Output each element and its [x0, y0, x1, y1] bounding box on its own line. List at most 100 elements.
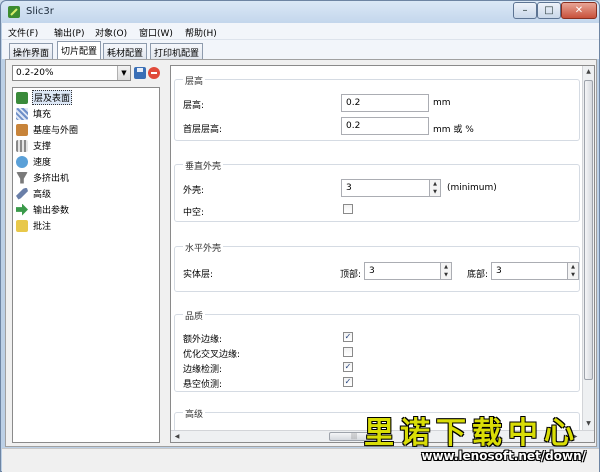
spin-down-icon[interactable]: ▼ — [441, 271, 451, 279]
solid-layers-label: 实体层: — [183, 270, 214, 280]
overhangs-label: 悬空侦测: — [183, 380, 223, 390]
delete-preset-icon[interactable] — [148, 67, 160, 79]
maximize-button[interactable]: □ — [537, 2, 561, 19]
slic3r-logo-icon — [8, 6, 20, 18]
extra-perimeters-label: 额外边缘: — [183, 335, 223, 345]
menu-window[interactable]: 窗口(W) — [139, 26, 173, 39]
group-title: 垂直外壳 — [183, 159, 224, 172]
tree-item-advanced[interactable]: 高级 — [16, 186, 52, 201]
thin-walls-label: 边缘检测: — [183, 365, 223, 375]
group-title: 品质 — [183, 309, 206, 322]
scroll-up-icon[interactable]: ▲ — [583, 66, 594, 78]
tree-item-label: 批注 — [33, 222, 52, 232]
layer-height-unit: mm — [433, 98, 451, 108]
window-title: Slic3r — [26, 6, 54, 17]
tree-item-label: 输出参数 — [33, 206, 70, 216]
group-title: 层高 — [183, 74, 206, 87]
minimize-icon: – — [522, 5, 528, 16]
settings-page-tree: 层及表面 填充 基座与外圈 支撑 速度 多挤出机 高级 输出参数 批注 — [12, 87, 160, 443]
tree-item-multiple-extruders[interactable]: 多挤出机 — [16, 170, 70, 185]
avoid-crossing-perimeters-label: 优化交叉边缘: — [183, 350, 241, 360]
chevron-down-icon[interactable]: ▼ — [117, 66, 130, 80]
close-button[interactable]: ✕ — [561, 2, 597, 19]
tree-item-output-options[interactable]: 输出参数 — [16, 202, 70, 217]
perimeters-unit: (minimum) — [447, 183, 497, 193]
group-title: 高级 — [183, 407, 206, 420]
tree-item-notes[interactable]: 批注 — [16, 218, 52, 233]
title-bar: Slic3r – □ ✕ — [1, 1, 599, 23]
tree-item-speed[interactable]: 速度 — [16, 154, 52, 169]
close-icon: ✕ — [574, 5, 584, 16]
tab-printer-settings[interactable]: 打印机配置 — [150, 43, 204, 59]
overhangs-checkbox[interactable]: ✓ — [343, 377, 353, 387]
preset-dropdown[interactable]: 0.2-20% ▼ — [12, 65, 131, 81]
tab-print-settings[interactable]: 切片配置 — [57, 41, 102, 59]
bottom-layers-spinner[interactable]: 3 ▲ ▼ — [491, 262, 579, 280]
tree-item-infill[interactable]: 填充 — [16, 106, 52, 121]
layers-icon — [16, 91, 28, 104]
spin-down-icon[interactable]: ▼ — [568, 271, 578, 279]
menu-object[interactable]: 对象(O) — [95, 26, 127, 39]
group-quality: 品质 额外边缘: ✓ 优化交叉边缘: 边缘检测: ✓ 悬空侦测: ✓ — [174, 309, 580, 392]
tree-item-support[interactable]: 支撑 — [16, 138, 52, 153]
group-horizontal-shells: 水平外壳 实体层: 顶部: 3 ▲ ▼ 底部: 3 ▲ ▼ — [174, 241, 580, 292]
top-layers-value: 3 — [369, 266, 375, 276]
avoid-crossing-perimeters-checkbox[interactable] — [343, 347, 353, 357]
spinner-buttons[interactable]: ▲ ▼ — [567, 262, 579, 280]
scroll-down-icon[interactable]: ▼ — [583, 418, 594, 430]
menu-export[interactable]: 输出(P) — [54, 26, 84, 39]
settings-panel: 0.2-20% ▼ 层及表面 填充 基座与外圈 支撑 速度 多挤出机 高级 输出… — [5, 59, 597, 447]
spinner-buttons[interactable]: ▲ ▼ — [429, 179, 441, 197]
support-icon — [16, 139, 28, 152]
tree-item-label: 基座与外圈 — [33, 126, 79, 136]
extra-perimeters-checkbox[interactable]: ✓ — [343, 332, 353, 342]
tree-item-label: 填充 — [33, 110, 52, 120]
app-window: Slic3r – □ ✕ 文件(F) 输出(P) 对象(O) 窗口(W) 帮助(… — [0, 0, 600, 472]
vertical-scrollbar[interactable]: ▲ ▼ — [582, 66, 594, 430]
bottom-layers-value: 3 — [496, 266, 502, 276]
spinner-buttons[interactable]: ▲ ▼ — [440, 262, 452, 280]
scrollbar-thumb[interactable] — [584, 80, 593, 380]
extruder-icon — [16, 171, 28, 184]
group-vertical-shells: 垂直外壳 外壳: 3 ▲ ▼ (minimum) 中空: — [174, 159, 580, 222]
hollow-checkbox[interactable] — [343, 204, 353, 214]
spin-down-icon[interactable]: ▼ — [430, 188, 440, 196]
layer-height-input[interactable]: 0.2 — [341, 94, 429, 112]
maximize-icon: □ — [544, 5, 554, 16]
tab-filament-settings[interactable]: 耗材配置 — [103, 43, 148, 59]
spin-up-icon[interactable]: ▲ — [430, 180, 440, 188]
minimize-button[interactable]: – — [513, 2, 537, 19]
settings-scroll-area[interactable]: 层高 层高: 0.2 mm 首层层高: 0.2 mm 或 % 垂直外壳 外壳: … — [170, 65, 595, 443]
menu-bar: 文件(F) 输出(P) 对象(O) 窗口(W) 帮助(H) — [2, 23, 599, 40]
scroll-left-icon[interactable]: ◀ — [171, 431, 183, 442]
menu-file[interactable]: 文件(F) — [8, 26, 38, 39]
tree-item-label: 高级 — [33, 190, 52, 200]
output-icon — [16, 203, 28, 216]
perimeters-spinner[interactable]: 3 ▲ ▼ — [341, 179, 441, 197]
first-layer-height-input[interactable]: 0.2 — [341, 117, 429, 135]
menu-help[interactable]: 帮助(H) — [185, 26, 217, 39]
tree-item-skirt-brim[interactable]: 基座与外圈 — [16, 122, 79, 137]
group-title: 水平外壳 — [183, 241, 224, 254]
tree-item-label: 多挤出机 — [33, 174, 70, 184]
tab-plater[interactable]: 操作界面 — [9, 43, 54, 59]
spin-up-icon[interactable]: ▲ — [441, 263, 451, 271]
watermark-url: www.lenosoft.net/down/ — [421, 449, 586, 463]
tree-item-layers[interactable]: 层及表面 — [16, 90, 73, 105]
save-preset-icon[interactable] — [134, 67, 146, 79]
tree-item-label: 层及表面 — [32, 90, 73, 105]
first-layer-height-unit: mm 或 % — [433, 125, 474, 135]
perimeters-label: 外壳: — [183, 186, 205, 196]
wrench-icon — [16, 187, 28, 200]
layer-height-label: 层高: — [183, 101, 205, 111]
spin-up-icon[interactable]: ▲ — [568, 263, 578, 271]
tree-item-label: 支撑 — [33, 142, 52, 152]
thin-walls-checkbox[interactable]: ✓ — [343, 362, 353, 372]
top-layers-spinner[interactable]: 3 ▲ ▼ — [364, 262, 452, 280]
infill-icon — [16, 107, 28, 120]
hollow-label: 中空: — [183, 208, 205, 218]
first-layer-height-label: 首层层高: — [183, 125, 223, 135]
tree-item-label: 速度 — [33, 158, 52, 168]
tab-bar: 操作界面 切片配置 耗材配置 打印机配置 — [2, 40, 599, 59]
perimeters-value: 3 — [346, 183, 352, 193]
